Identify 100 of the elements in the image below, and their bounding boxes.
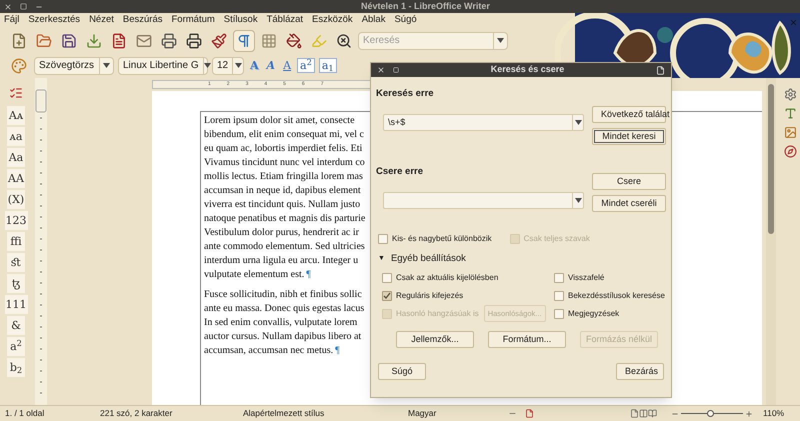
menu-item[interactable]: Fájl	[4, 13, 20, 28]
replace-input[interactable]	[383, 192, 584, 210]
text-format-button[interactable]: A	[281, 59, 294, 72]
paint-bucket-icon[interactable]	[286, 32, 302, 48]
checkbox[interactable]	[382, 290, 392, 301]
menu-item[interactable]: Táblázat	[266, 13, 304, 28]
font-feature-button[interactable]: &	[7, 316, 25, 335]
text-format-button[interactable]: a$^{2}$	[297, 58, 315, 73]
font-feature-button[interactable]: ffi	[7, 232, 25, 251]
zoom-slider-thumb[interactable]	[707, 410, 714, 417]
settings-icon[interactable]	[784, 88, 796, 101]
language: Magyar	[408, 407, 438, 420]
mail-icon[interactable]	[136, 32, 152, 48]
dialog-button[interactable]: Jellemzők...	[396, 331, 474, 348]
paintbrush-icon[interactable]	[211, 32, 227, 48]
checkbox[interactable]	[554, 272, 564, 283]
text-format-button[interactable]: A	[248, 59, 261, 72]
option-label: Csak az aktuális kijelölésben	[396, 272, 498, 284]
dropdown-arrow-icon	[204, 63, 211, 68]
new-document-icon[interactable]	[11, 32, 27, 48]
book-view-icon[interactable]	[648, 409, 657, 418]
font-feature-button[interactable]: ᴀa	[7, 127, 25, 146]
text-format-button[interactable]: A	[264, 59, 278, 72]
font-feature-button[interactable]: ꜩ	[7, 274, 25, 293]
pilcrow-icon	[236, 32, 252, 48]
page-style: Alapértelmezett stílus	[243, 407, 326, 420]
styles-icon[interactable]	[11, 58, 27, 74]
text-styles-icon[interactable]	[784, 107, 796, 120]
dialog-button[interactable]: Formátum...	[488, 331, 566, 348]
maximize-icon[interactable]	[20, 3, 27, 10]
close-icon[interactable]	[4, 2, 12, 10]
font-feature-button[interactable]: 123	[4, 211, 28, 230]
font-feature-button[interactable]: ﬆ	[7, 253, 25, 272]
font-feature-button[interactable]: 111	[4, 295, 28, 314]
menu-item[interactable]: Ablak	[362, 13, 386, 28]
font-feature-button[interactable]: (X)	[6, 190, 26, 209]
dropdown-arrow-icon	[574, 120, 582, 126]
section-label: Keresés erre	[376, 87, 435, 101]
word-count: 221 szó, 2 karakter	[100, 407, 174, 420]
dialog-button[interactable]: Mindet keresi	[592, 128, 666, 145]
font-size-field[interactable]: 12	[212, 56, 244, 74]
option-label: Csak teljes szavak	[524, 233, 590, 245]
checkbox[interactable]	[554, 308, 564, 319]
font-feature-button[interactable]: Aa	[7, 148, 25, 167]
print-icon[interactable]	[161, 32, 177, 48]
gallery-icon[interactable]	[784, 126, 796, 139]
scrollbar-thumb[interactable]	[768, 84, 774, 234]
search-icon[interactable]	[336, 32, 352, 48]
menu-item[interactable]: Beszúrás	[122, 13, 162, 28]
menu-item[interactable]: Eszközök	[312, 13, 353, 28]
single-page-view-icon[interactable]	[630, 409, 639, 418]
formatting-marks-button[interactable]	[233, 30, 255, 52]
section-label: Csere erre	[376, 165, 424, 179]
maximize-icon[interactable]	[393, 67, 399, 73]
option-label: Hasonló hangzásúak is	[396, 308, 479, 320]
menu-item[interactable]: Formátum	[172, 13, 215, 28]
vertical-scrollbar[interactable]	[766, 78, 776, 405]
font-feature-button[interactable]: a$^{2}$	[7, 337, 25, 356]
font-feature-button[interactable]: AA	[7, 169, 25, 188]
download-icon[interactable]	[86, 32, 102, 48]
checkmark-icon	[383, 292, 391, 300]
document-icon	[656, 66, 665, 74]
save-icon[interactable]	[61, 32, 77, 48]
option-label: Visszafelé	[568, 272, 604, 284]
dialog-button[interactable]: Súgó	[378, 363, 426, 380]
menu-item[interactable]: Súgó	[394, 13, 417, 28]
option-label: Reguláris kifejezés	[396, 290, 464, 302]
dialog-button[interactable]: Mindet cseréli	[592, 195, 666, 212]
menu-item[interactable]: Stílusok	[224, 13, 258, 28]
dropdown-arrow-icon	[234, 63, 242, 68]
compass-icon[interactable]	[784, 145, 796, 158]
search-input[interactable]: \s+$	[383, 114, 584, 132]
font-feature-button[interactable]: b$_{2}$	[7, 358, 25, 377]
checkbox[interactable]	[378, 234, 388, 244]
checkbox[interactable]	[382, 272, 392, 283]
zoom-in-icon[interactable]	[745, 410, 753, 418]
close-icon[interactable]	[377, 66, 385, 74]
text-format-button[interactable]: a$_{1}$	[318, 58, 337, 73]
multi-page-view-icon[interactable]	[639, 409, 648, 418]
paragraph-mark: ¶	[335, 345, 340, 356]
folder-icon[interactable]	[36, 32, 52, 48]
dialog-button[interactable]: Csere	[592, 173, 666, 190]
font-feature-button[interactable]: Aᴀ	[7, 106, 25, 125]
dropdown-arrow-icon	[574, 198, 582, 204]
option-label: Bekezdésstílusok keresése	[568, 290, 665, 302]
dialog-button[interactable]: Bezárás	[616, 363, 664, 380]
option-label: Kis- és nagybetű különbözik	[392, 233, 492, 245]
grid-icon[interactable]	[261, 32, 277, 48]
zoom-percentage: 110%	[763, 407, 784, 420]
dropdown-arrow-icon	[497, 38, 504, 43]
font-name-field[interactable]: Linux Libertine G	[118, 56, 208, 74]
option-label: Megjegyzések	[568, 308, 620, 320]
list-icon[interactable]	[9, 86, 23, 100]
paragraph-style-field[interactable]: Szövegtörzs	[34, 56, 114, 74]
document-modified-icon	[525, 409, 534, 418]
checkbox[interactable]	[554, 290, 564, 301]
menu-item[interactable]: Szerkesztés	[28, 13, 80, 28]
dropdown-arrow-icon	[103, 63, 110, 68]
menu-item[interactable]: Nézet	[89, 13, 114, 28]
paragraph-mark: ¶	[306, 269, 311, 280]
